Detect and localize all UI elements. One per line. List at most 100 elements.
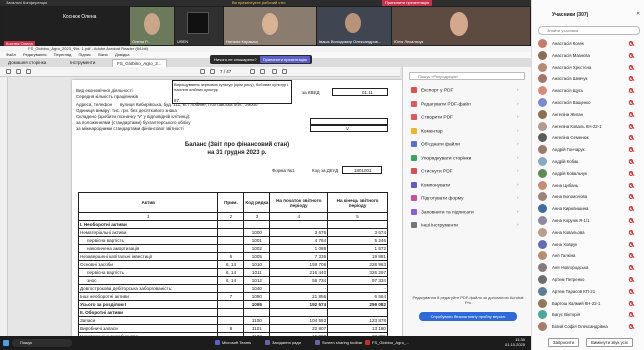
participant-row[interactable]: Аня Галкіна xyxy=(538,250,642,262)
participant-row[interactable]: Андрій Гончарук xyxy=(538,144,642,156)
free-trial-button[interactable]: Спробувати безкоштовну пробну версію xyxy=(419,312,517,321)
invite-button[interactable]: Запросити xyxy=(548,338,580,347)
stop-presenting-button[interactable]: Припинити презентацію xyxy=(259,56,310,63)
participant-row[interactable]: Анастасія Козяк xyxy=(538,38,642,50)
cursor-icon[interactable] xyxy=(250,69,255,74)
table-row: первісна вартість 1001 4 764 5 246 xyxy=(77,236,388,245)
participant-row[interactable]: Аня Новгородська xyxy=(538,262,642,274)
tile-name: Олена Р... xyxy=(132,39,151,44)
menu-help[interactable]: Довідка xyxy=(115,52,129,57)
tab-tools[interactable]: Інструменти xyxy=(66,59,99,67)
cell-name: Інші необоротні активи xyxy=(77,292,219,301)
participant-row[interactable]: Анна Ховрук xyxy=(538,239,642,251)
video-tile[interactable]: USEN xyxy=(175,7,223,45)
participant-row[interactable]: Анастасія Шевчук xyxy=(538,73,642,85)
tool-item[interactable]: Редагувати PDF-файл › xyxy=(411,100,519,109)
page-indicator[interactable]: 7 / 47 xyxy=(220,69,231,74)
taskbar-app[interactable]: Засідання ради xyxy=(264,338,312,348)
participant-name: Анастасія Мазнєва xyxy=(552,52,590,58)
participant-row[interactable]: Анна Корунж Я-1/1 xyxy=(538,215,642,227)
tool-item[interactable]: Інші інструменти › xyxy=(411,222,519,230)
video-tile[interactable]: Коснюк Олена xyxy=(1,7,129,45)
participant-row[interactable]: Андрій Кобак xyxy=(538,156,642,168)
code-value: 1801001 xyxy=(354,168,372,173)
participant-row[interactable]: Артем Тарасов КП-21 xyxy=(538,286,642,298)
tool-item[interactable]: Компонувати › xyxy=(411,181,519,190)
tool-label: Коментар xyxy=(421,128,443,134)
chevron-right-icon: › xyxy=(517,196,519,201)
participant-row[interactable]: Андрій Ковальчук xyxy=(538,168,642,180)
tools-search-input[interactable]: Пошук «Репродукція» xyxy=(409,72,525,80)
video-tile[interactable]: Юлія Лекальчук xyxy=(392,7,530,45)
table-row: Усього за розділом I 1095 192 574 259 082 xyxy=(77,300,388,309)
avatar xyxy=(538,86,547,96)
tool-item[interactable]: Стиснути PDF › xyxy=(411,168,519,176)
participant-row[interactable]: Анастасія Мазнєва xyxy=(538,50,642,62)
participant-row[interactable]: Анна Ковальова xyxy=(538,227,642,239)
usen-logo-icon xyxy=(187,12,209,34)
participant-row[interactable]: Бартош Калмий КН-22-1 xyxy=(538,298,642,310)
taskbar-clock[interactable]: 11:30 01.10.2025 xyxy=(505,337,525,347)
participant-row[interactable]: Ангеліна Семенюк xyxy=(538,132,642,144)
table-row: II. Оборотні активи xyxy=(77,308,388,317)
participant-row[interactable]: Анастасія Хрєстєна xyxy=(538,62,642,74)
participant-row[interactable]: Анастасія Ващенко xyxy=(538,97,642,109)
taskbar-search[interactable]: Пошук xyxy=(12,339,72,347)
menu-window[interactable]: Вікно xyxy=(98,52,108,57)
participant-row[interactable]: Білий Софія Олександрівна xyxy=(538,321,642,333)
tool-item[interactable]: Коментар › xyxy=(411,127,519,136)
zoom-in-icon[interactable] xyxy=(282,69,287,74)
print-icon[interactable] xyxy=(16,69,21,74)
menu-file[interactable]: Файл xyxy=(6,52,16,57)
tab-home[interactable]: Домашня сторінка xyxy=(4,59,50,67)
participant-search-input[interactable]: Знайти учасника xyxy=(538,26,640,35)
participant-row[interactable]: Ангеліна Коваль КН-22-1 xyxy=(538,121,642,133)
tool-item[interactable]: Експорт у PDF › xyxy=(411,87,519,95)
participant-row[interactable]: Артем Петренко xyxy=(538,274,642,286)
menu-view[interactable]: Перегляд xyxy=(54,52,72,57)
mic-muted-icon xyxy=(629,241,633,247)
tool-item[interactable]: Заповнити та підписати › xyxy=(411,208,519,217)
tool-item[interactable]: Підготувати форму › xyxy=(411,195,519,203)
prev-page-icon[interactable] xyxy=(200,69,205,74)
participant-row[interactable]: Анна Цибань xyxy=(538,180,642,192)
participant-row[interactable]: Анастасія Щусь xyxy=(538,85,642,97)
taskbar-app[interactable]: Screen sharing toolbar xyxy=(314,338,362,348)
close-icon[interactable]: ✕ xyxy=(636,11,640,17)
col-number: 3 xyxy=(243,212,271,221)
doc-line: Вид економічної діяльності xyxy=(76,88,133,93)
search-icon[interactable] xyxy=(26,69,31,74)
participant-row[interactable]: Ангеліна Жиган xyxy=(538,109,642,121)
tab-document[interactable]: FS_Globino_Agro_2... xyxy=(112,59,167,67)
tool-item[interactable]: Упорядкувати сторінки › xyxy=(411,154,519,163)
participant-name: Анастасія Щусь xyxy=(552,88,584,94)
col-header: На кінець звітного періоду xyxy=(327,192,388,213)
video-tile[interactable]: Олена Р... xyxy=(130,7,174,45)
menu-edit[interactable]: Редагування xyxy=(23,52,47,57)
page-current[interactable]: 7 xyxy=(220,69,223,74)
next-page-icon[interactable] xyxy=(210,69,215,74)
video-tile[interactable]: Наталія Каракаш xyxy=(224,7,316,45)
taskbar-app[interactable]: Microsoft Teams xyxy=(214,338,262,348)
kved-label: за КВЕД xyxy=(302,90,320,95)
tool-item[interactable]: Об'єднати файли › xyxy=(411,141,519,149)
participant-row[interactable]: Багус Вікторія xyxy=(538,309,642,321)
mute-all-button[interactable]: Вимкнути звук усіх xyxy=(586,338,633,347)
participant-row[interactable]: Анна Богомолова xyxy=(538,191,642,203)
tool-item[interactable]: Створити PDF › xyxy=(411,114,519,122)
save-icon[interactable] xyxy=(6,69,11,74)
participant-name: Анна Кирилишина xyxy=(552,206,589,212)
chevron-right-icon: › xyxy=(517,128,519,134)
cell-end: 123 878 xyxy=(327,316,388,325)
menu-sign[interactable]: Підпис xyxy=(79,52,92,57)
tool-icon xyxy=(411,87,417,93)
zoom-out-icon[interactable] xyxy=(272,69,277,74)
cell-name: Незавершені капітальні інвестиції xyxy=(77,252,219,261)
participant-row[interactable]: Анна Кирилишина xyxy=(538,203,642,215)
cell-name: Виробничі запаси xyxy=(77,324,219,333)
hand-icon[interactable] xyxy=(260,69,265,74)
video-tile[interactable]: Івашь Володимир Олександров... xyxy=(317,7,391,45)
windows-start-icon[interactable] xyxy=(2,338,10,348)
mic-muted-icon xyxy=(629,182,633,188)
taskbar-app[interactable]: FS_Globino_Agro_... xyxy=(364,338,412,348)
